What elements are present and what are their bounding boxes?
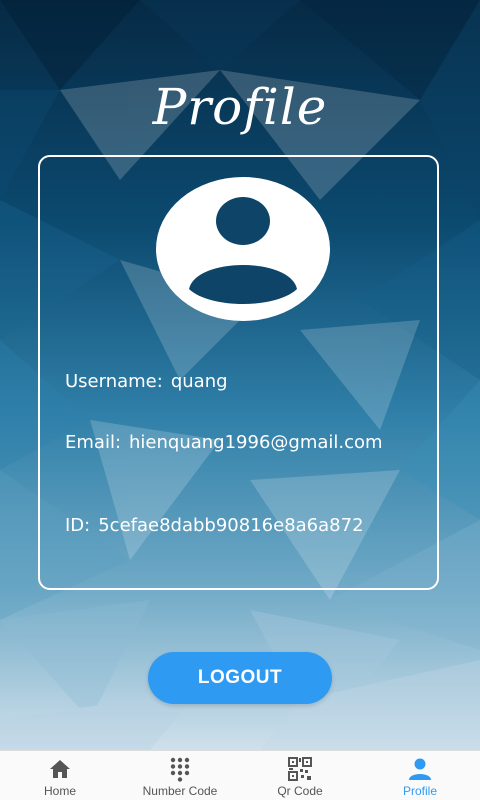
dialpad-icon [170, 757, 190, 782]
email-label: Email: [65, 432, 122, 453]
page-title: Profile [152, 78, 328, 136]
nav-item-number-code[interactable]: Number Code [120, 751, 240, 800]
qr-code-icon [288, 757, 312, 781]
id-label: ID: [65, 515, 91, 536]
email-value: hienquang1996@gmail.com [129, 432, 383, 453]
nav-label-home: Home [43, 784, 76, 798]
id-value: 5cefae8dabb90816e8a6a872 [98, 515, 364, 536]
home-icon [50, 760, 70, 778]
username-label: Username: [65, 371, 163, 392]
id-row: ID: 5cefae8dabb90816e8a6a872 [65, 515, 425, 537]
person-icon [409, 758, 431, 780]
nav-label-number-code: Number Code [142, 784, 218, 798]
user-avatar-icon [156, 177, 330, 321]
username-value: quang [170, 371, 228, 392]
bottom-navigation: Home Number Code Qr Code Profile [0, 750, 480, 800]
nav-label-qr-code: Qr Code [277, 784, 323, 798]
nav-item-profile[interactable]: Profile [360, 751, 480, 800]
nav-item-qr-code[interactable]: Qr Code [240, 751, 360, 800]
email-row: Email: hienquang1996@gmail.com [65, 432, 425, 454]
logout-button[interactable]: LOGOUT [148, 652, 332, 704]
profile-card: Username: quang Email: hienquang1996@gmail… [38, 155, 439, 590]
nav-item-home[interactable]: Home [0, 751, 120, 800]
username-row: Username: quang [65, 371, 425, 393]
profile-screen: Profile Username: quang Email: hienquang19… [0, 0, 480, 800]
nav-label-profile: Profile [402, 784, 437, 798]
